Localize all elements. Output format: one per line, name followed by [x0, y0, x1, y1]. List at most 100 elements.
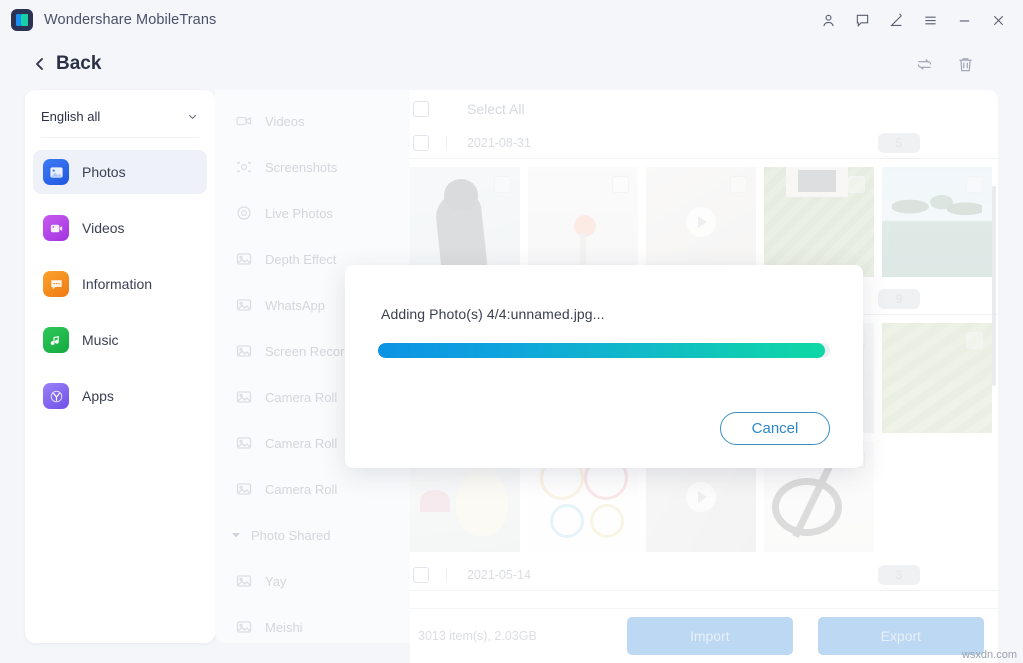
- vertical-scrollbar[interactable]: [992, 186, 996, 386]
- separator: [446, 136, 447, 150]
- select-all-row[interactable]: Select All: [410, 90, 998, 128]
- app-window: Wondershare MobileTrans Back English all…: [0, 0, 1023, 663]
- category-item-meishi[interactable]: Meishi: [215, 604, 410, 650]
- menu-icon[interactable]: [913, 4, 947, 36]
- thumbnail-item[interactable]: [882, 167, 992, 277]
- videos-icon: [43, 215, 69, 241]
- language-select-value: English all: [41, 109, 101, 124]
- chevron-down-icon: [186, 110, 199, 123]
- video-camera-icon: [235, 112, 253, 130]
- back-label: Back: [56, 53, 102, 74]
- date-group-checkbox[interactable]: [413, 567, 429, 583]
- trash-icon[interactable]: [956, 55, 975, 74]
- category-label: Camera Roll: [265, 389, 338, 405]
- thumbnail-checkbox[interactable]: [848, 176, 865, 193]
- category-item-camera-roll-3[interactable]: Camera Roll: [215, 466, 410, 512]
- category-item-live-photos[interactable]: Live Photos: [215, 190, 410, 236]
- category-label: Live Photos: [265, 205, 333, 221]
- page-header: Back: [0, 40, 1023, 88]
- select-all-checkbox[interactable]: [413, 101, 429, 117]
- mobiletrans-logo-icon: [11, 9, 33, 31]
- export-button[interactable]: Export: [817, 617, 984, 655]
- date-count-badge: 5: [878, 133, 920, 153]
- sidebar-item-label: Photos: [82, 164, 126, 180]
- thumbnail-row: [410, 159, 998, 277]
- information-icon: [43, 271, 69, 297]
- date-label: 2021-05-14: [467, 568, 531, 582]
- thumbnail-checkbox[interactable]: [494, 176, 511, 193]
- sidebar-item-label: Apps: [82, 388, 114, 404]
- window-controls: [811, 4, 1023, 36]
- sidebar-item-label: Music: [82, 332, 119, 348]
- category-label: Videos: [265, 113, 305, 129]
- date-group-header[interactable]: 2021-08-31 5: [410, 128, 998, 158]
- thumbnail-item-video[interactable]: [646, 167, 756, 277]
- watermark: wsxdn.com: [961, 649, 1017, 661]
- thumbnail-checkbox[interactable]: [612, 176, 629, 193]
- feedback-icon[interactable]: [845, 4, 879, 36]
- category-label: Meishi: [265, 619, 303, 635]
- cancel-button[interactable]: Cancel: [720, 412, 830, 445]
- album-icon: [235, 342, 253, 360]
- title-bar: Wondershare MobileTrans: [0, 0, 1023, 40]
- back-button[interactable]: Back: [33, 53, 101, 75]
- album-icon: [235, 388, 253, 406]
- album-icon: [235, 618, 253, 636]
- divider: [410, 590, 998, 591]
- minimize-icon[interactable]: [947, 4, 981, 36]
- date-count-badge: 3: [878, 565, 920, 585]
- thumbnail-item[interactable]: [764, 167, 874, 277]
- edit-icon[interactable]: [879, 4, 913, 36]
- album-icon: [235, 250, 253, 268]
- date-label: 2021-08-31: [467, 136, 531, 150]
- category-group-photo-shared[interactable]: Photo Shared: [215, 512, 410, 558]
- item-stats: 3013 item(s), 2.03GB: [418, 629, 537, 643]
- date-group-header[interactable]: 2021-05-14 3: [410, 560, 998, 590]
- refresh-icon[interactable]: [915, 55, 934, 74]
- separator: [446, 568, 447, 582]
- sidebar-item-apps[interactable]: Apps: [33, 374, 207, 418]
- category-label: Yay: [265, 573, 287, 589]
- language-select[interactable]: English all: [41, 96, 199, 138]
- import-button[interactable]: Import: [626, 617, 793, 655]
- select-all-label: Select All: [467, 101, 525, 117]
- thumbnail-item[interactable]: [528, 167, 638, 277]
- account-icon[interactable]: [811, 4, 845, 36]
- category-label: Screenshots: [265, 159, 338, 175]
- sidebar-item-videos[interactable]: Videos: [33, 206, 207, 250]
- album-icon: [235, 480, 253, 498]
- music-icon: [43, 327, 69, 353]
- live-photo-icon: [235, 204, 253, 222]
- thumbnail-item[interactable]: [882, 323, 992, 433]
- sidebar-nav: Photos Videos Information Music Apps: [25, 138, 215, 418]
- sidebar-item-information[interactable]: Information: [33, 262, 207, 306]
- date-group-checkbox[interactable]: [413, 135, 429, 151]
- sidebar: English all Photos Videos Information Mu…: [25, 90, 215, 643]
- album-icon: [235, 434, 253, 452]
- category-label: Camera Roll: [265, 435, 338, 451]
- sidebar-item-label: Information: [82, 276, 153, 292]
- category-group-label: Photo Shared: [251, 527, 331, 543]
- category-label: WhatsApp: [265, 297, 325, 313]
- date-count-badge: 9: [878, 289, 920, 309]
- category-item-screenshots[interactable]: Screenshots: [215, 144, 410, 190]
- thumbnail-checkbox[interactable]: [730, 176, 747, 193]
- apps-icon: [43, 383, 69, 409]
- sidebar-item-label: Videos: [82, 220, 125, 236]
- category-item-videos[interactable]: Videos: [215, 98, 410, 144]
- category-label: Camera Roll: [265, 481, 338, 497]
- thumbnail-checkbox[interactable]: [966, 332, 983, 349]
- play-icon: [686, 482, 716, 512]
- category-item-yay[interactable]: Yay: [215, 558, 410, 604]
- progress-bar-fill: [378, 343, 826, 358]
- caret-down-icon: [227, 530, 245, 540]
- sidebar-item-music[interactable]: Music: [33, 318, 207, 362]
- header-tools: [915, 55, 1023, 74]
- sidebar-item-photos[interactable]: Photos: [33, 150, 207, 194]
- thumbnail-checkbox[interactable]: [966, 176, 983, 193]
- close-icon[interactable]: [981, 4, 1015, 36]
- photos-icon: [43, 159, 69, 185]
- thumbnail-item[interactable]: [410, 167, 520, 277]
- progress-dialog: Adding Photo(s) 4/4:unnamed.jpg... Cance…: [345, 265, 863, 468]
- screenshot-icon: [235, 158, 253, 176]
